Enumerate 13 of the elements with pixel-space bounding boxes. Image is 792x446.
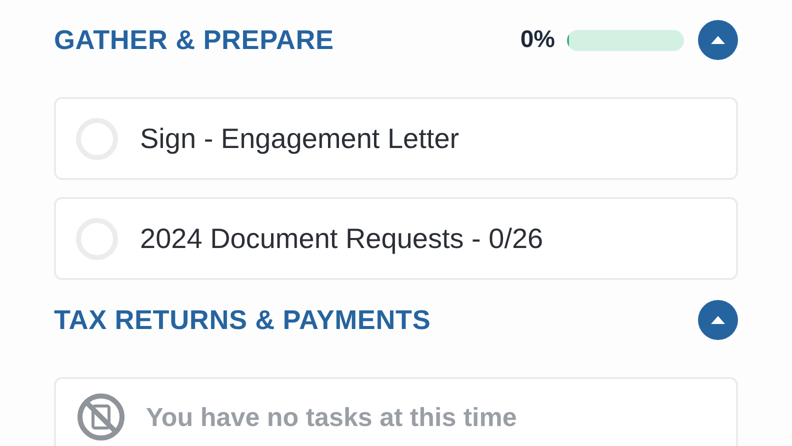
progress-percent: 0% xyxy=(520,25,555,55)
caret-icon xyxy=(711,316,725,324)
task-label: 2024 Document Requests - 0/26 xyxy=(140,222,544,256)
collapse-button[interactable] xyxy=(698,300,738,340)
collapse-button[interactable] xyxy=(698,20,738,60)
task-card[interactable]: 2024 Document Requests - 0/26 xyxy=(54,197,738,280)
caret-icon xyxy=(711,36,725,44)
no-tasks-icon xyxy=(76,392,126,442)
section-title: TAX RETURNS & PAYMENTS xyxy=(54,304,431,337)
task-label: Sign - Engagement Letter xyxy=(140,122,460,156)
empty-message: You have no tasks at this time xyxy=(146,400,517,434)
task-card[interactable]: Sign - Engagement Letter xyxy=(54,97,738,180)
section-title: GATHER & PREPARE xyxy=(54,24,334,57)
